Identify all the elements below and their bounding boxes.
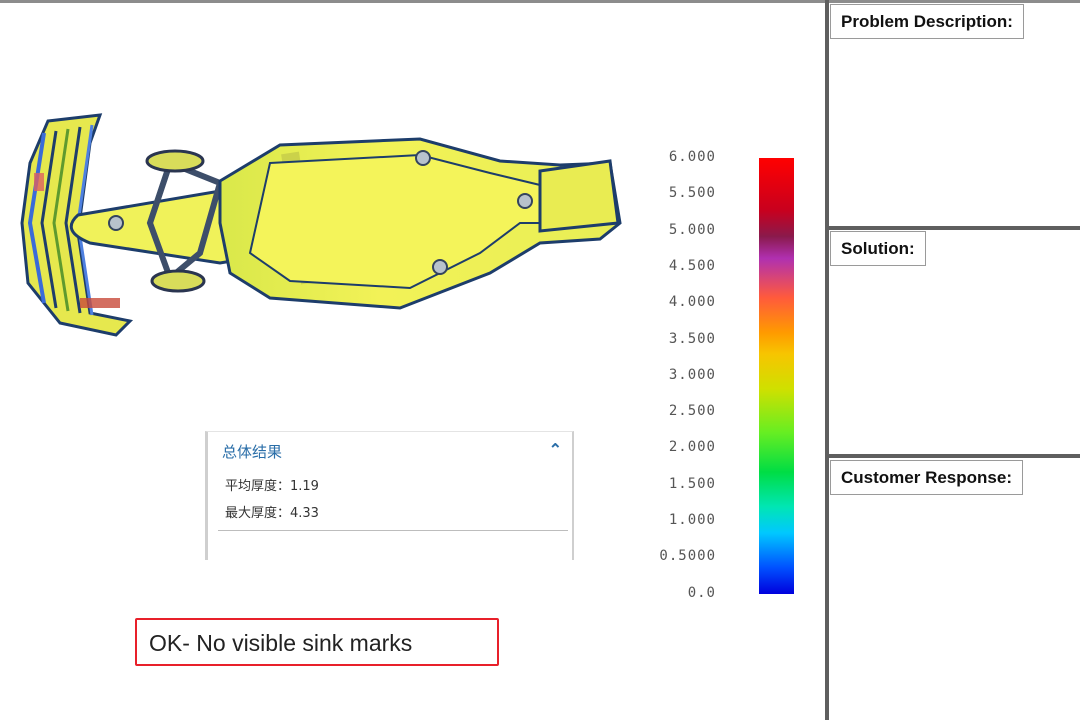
legend-tick: 4.000 [668, 294, 716, 311]
divider [218, 530, 568, 531]
legend-tick: 2.500 [668, 403, 716, 420]
section-divider [829, 226, 1080, 230]
legend-tick: 4.500 [668, 257, 716, 274]
panel-divider [825, 0, 829, 720]
legend-tick: 3.000 [668, 366, 716, 383]
legend-tick: 5.500 [668, 185, 716, 202]
status-note-box: OK- No visible sink marks [135, 618, 499, 666]
legend-tick: 2.000 [668, 439, 716, 456]
results-title: 总体结果 [222, 443, 283, 461]
legend-tick: 0.0 [687, 584, 716, 601]
problem-description-label: Problem Description: [830, 4, 1024, 39]
legend-tick: 1.500 [668, 475, 716, 492]
section-divider [829, 454, 1080, 458]
legend-tick: 3.500 [668, 330, 716, 347]
legend-tick: 1.000 [668, 512, 716, 528]
chevron-up-icon[interactable]: ⌃ [549, 440, 562, 460]
average-thickness: 平均厚度：1.19 [225, 479, 319, 494]
overall-results-panel: 总体结果 ⌃ 平均厚度：1.19 最大厚度：4.33 [205, 431, 574, 560]
solution-label: Solution: [830, 231, 926, 266]
legend-tick: 0.5000 [659, 548, 716, 565]
max-thickness: 最大厚度：4.33 [225, 506, 319, 521]
legend-tick: 6.000 [668, 149, 716, 165]
part-thickness-model[interactable] [20, 103, 640, 343]
customer-response-label: Customer Response: [830, 460, 1023, 495]
rear-section [538, 159, 620, 233]
analysis-viewport[interactable]: 6.000 5.500 5.000 4.500 4.000 3.500 3.00… [0, 3, 826, 720]
thickness-color-bar [759, 158, 794, 594]
status-note: OK- No visible sink marks [149, 630, 413, 656]
legend-tick: 5.000 [668, 221, 716, 238]
